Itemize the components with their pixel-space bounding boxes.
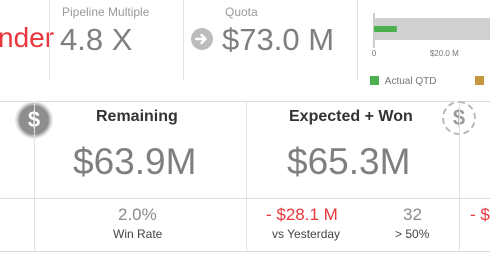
arrow-right-circle-icon[interactable] <box>191 28 213 50</box>
win-rate-label: Win Rate <box>113 227 163 241</box>
mini-chart-tick-20m: $20.0 M <box>430 49 459 58</box>
mini-chart-tick-0: 0 <box>372 49 377 58</box>
top-divider-3 <box>357 0 358 80</box>
section-divider-stats <box>0 198 490 199</box>
pipeline-multiple-value: 4.8 X <box>60 22 133 57</box>
legend-other-swatch <box>475 76 485 85</box>
mini-chart-legend: Actual QTD <box>370 76 485 87</box>
mid-divider-1 <box>34 102 35 252</box>
mini-chart-svg: 0 $20.0 M <box>372 13 490 58</box>
section-divider-top <box>0 101 490 102</box>
quota-label: Quota <box>225 5 258 19</box>
top-left-metric-fragment: nder <box>0 22 55 53</box>
over-50-value: 32 <box>403 205 422 224</box>
over-50-label: > 50% <box>395 227 430 241</box>
legend-actual-label: Actual QTD <box>384 76 437 87</box>
expected-won-value: $65.3M <box>287 141 411 182</box>
section-divider-bottom <box>0 251 490 252</box>
right-metric-fragment: - $ <box>470 205 490 224</box>
win-rate-value: 2.0% <box>118 205 157 224</box>
remaining-title: Remaining <box>96 108 178 125</box>
top-divider-1 <box>49 0 50 80</box>
pipeline-multiple-label: Pipeline Multiple <box>62 5 150 19</box>
vs-yesterday-value: - $28.1 M <box>266 205 338 224</box>
mid-divider-3 <box>459 102 460 252</box>
quota-mini-chart: 0 $20.0 M Actual QTD <box>370 10 490 90</box>
mid-divider-2 <box>246 102 247 252</box>
vs-yesterday-label: vs Yesterday <box>272 227 341 241</box>
top-divider-2 <box>183 0 184 80</box>
remaining-value: $63.9M <box>73 141 197 182</box>
quota-value: $73.0 M <box>222 22 335 57</box>
expected-won-title: Expected + Won <box>289 108 413 125</box>
mini-chart-bar-actual-qtd <box>374 26 397 32</box>
legend-actual-swatch <box>370 76 379 85</box>
